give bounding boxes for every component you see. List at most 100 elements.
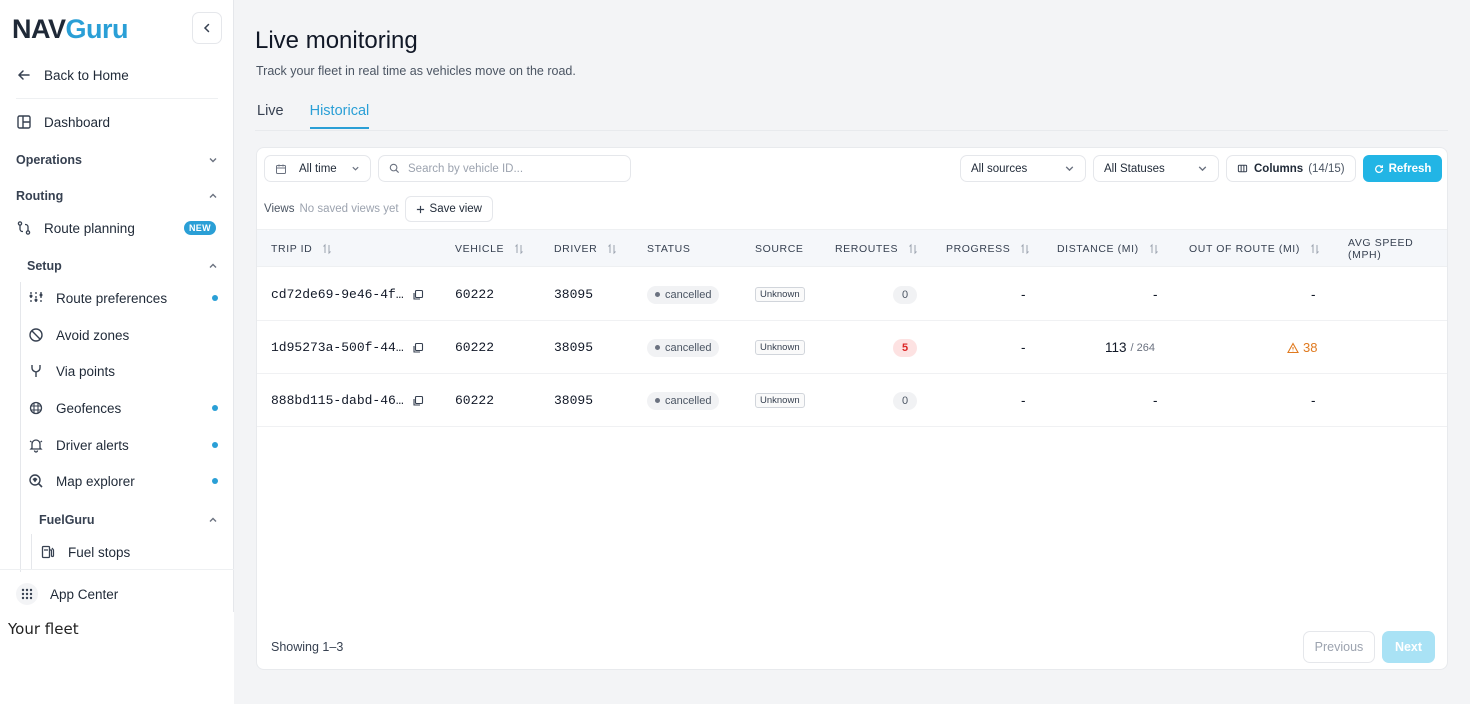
app-center-label: App Center <box>50 586 119 602</box>
section-label: Setup <box>27 259 62 273</box>
sidebar-item-driver-alerts[interactable]: Driver alerts <box>28 433 234 457</box>
section-operations[interactable]: Operations <box>16 150 218 170</box>
vehicle-search-field[interactable] <box>378 155 631 182</box>
column-header-label: AVG SPEED (MPH) <box>1348 237 1414 261</box>
progress-cell: - <box>1021 340 1026 355</box>
refresh-button[interactable]: Refresh <box>1363 155 1442 182</box>
sort-icon <box>515 243 523 255</box>
column-header-label: VEHICLE <box>455 243 505 255</box>
vehicle-search-input[interactable] <box>408 162 608 175</box>
status-text: cancelled <box>665 288 712 301</box>
sidebar-item-fuel-stops[interactable]: Fuel stops <box>40 540 130 564</box>
table-row[interactable]: cd72de69-9e46-4f… 60222 38095 cancelled … <box>257 268 1447 321</box>
column-header-vehicle[interactable]: VEHICLE <box>455 230 524 268</box>
chevron-up-icon <box>209 517 217 522</box>
indicator-dot <box>212 478 218 484</box>
your-fleet-link[interactable]: Your fleet <box>8 620 79 638</box>
distance-value: 113 <box>1105 340 1127 355</box>
driver-cell: 38095 <box>554 287 594 302</box>
column-header-progress[interactable]: PROGRESS <box>946 230 1030 268</box>
collapse-sidebar-button[interactable] <box>192 12 222 44</box>
column-header-reroutes[interactable]: REROUTES <box>835 230 918 268</box>
column-header-distance[interactable]: DISTANCE (MI) <box>1057 230 1159 268</box>
section-label: Operations <box>16 153 82 167</box>
views-label: Views <box>264 203 295 215</box>
sort-icon <box>1021 243 1030 255</box>
sources-value: All sources <box>971 162 1028 175</box>
columns-label: Columns <box>1254 162 1304 175</box>
back-to-home-label: Back to Home <box>44 67 129 83</box>
previous-page-button[interactable]: Previous <box>1303 631 1375 663</box>
column-header-out-of-route[interactable]: OUT OF ROUTE (MI) <box>1189 230 1320 268</box>
warning-icon <box>1287 341 1299 353</box>
sidebar-item-map-explorer[interactable]: Map explorer <box>28 469 234 493</box>
tree-line <box>20 282 21 572</box>
save-view-button[interactable]: Save view <box>404 196 493 222</box>
columns-button[interactable]: Columns (14/15) <box>1226 155 1356 182</box>
copy-icon <box>413 342 424 353</box>
distance-value: - <box>1153 393 1158 408</box>
statuses-value: All Statuses <box>1104 162 1165 175</box>
section-setup[interactable]: Setup <box>27 256 218 276</box>
section-routing[interactable]: Routing <box>16 186 218 206</box>
sidebar-item-label: Route planning <box>44 220 135 236</box>
statuses-select[interactable]: All Statuses <box>1093 155 1219 182</box>
copy-trip-id-button[interactable] <box>412 268 424 321</box>
app-center-link[interactable]: App Center <box>16 582 118 606</box>
sidebar-item-label: Via points <box>56 363 116 379</box>
save-view-label: Save view <box>429 203 482 215</box>
back-to-home-link[interactable]: Back to Home <box>16 63 129 87</box>
sidebar-item-via-points[interactable]: Via points <box>28 359 234 383</box>
driver-cell: 38095 <box>554 340 594 355</box>
copy-trip-id-button[interactable] <box>412 374 424 427</box>
next-page-button[interactable]: Next <box>1382 631 1435 663</box>
trip-id-cell: cd72de69-9e46-4f… <box>271 287 404 302</box>
refresh-label: Refresh <box>1388 162 1432 175</box>
column-header-label: TRIP ID <box>271 243 313 255</box>
sidebar-item-dashboard[interactable]: Dashboard <box>16 110 110 134</box>
status-badge: cancelled <box>647 391 720 410</box>
table-header: TRIP ID VEHICLE DRIVER STATUS SOURCE RER… <box>257 229 1447 268</box>
column-header-driver[interactable]: DRIVER <box>554 230 617 268</box>
copy-trip-id-button[interactable] <box>412 321 424 374</box>
trip-id-cell: 888bd115-dabd-46… <box>271 393 404 408</box>
section-fuelguru[interactable]: FuelGuru <box>39 510 218 530</box>
logo-text-nav: NAV <box>12 14 66 44</box>
column-header-trip-id[interactable]: TRIP ID <box>271 230 332 268</box>
page-title: Live monitoring <box>255 27 418 54</box>
time-range-select[interactable]: All time <box>264 155 371 182</box>
source-tag: Unknown <box>755 340 805 355</box>
tab-historical[interactable]: Historical <box>309 103 370 129</box>
out-of-route-value: 38 <box>1303 340 1318 355</box>
sidebar-divider <box>0 569 234 570</box>
apps-grid-icon <box>16 583 38 605</box>
indicator-dot <box>212 442 218 448</box>
sidebar-item-geofences[interactable]: Geofences <box>28 396 234 420</box>
fork-icon <box>31 365 41 377</box>
chevron-down-icon <box>352 166 359 171</box>
chevron-down-icon <box>1198 166 1207 172</box>
out-of-route-cell: 38 <box>1287 340 1317 355</box>
reroutes-count: 5 <box>893 338 917 357</box>
route-icon <box>17 221 31 235</box>
tab-bar: Live Historical <box>257 103 370 129</box>
vehicle-cell: 60222 <box>455 393 495 408</box>
section-label: Routing <box>16 189 64 203</box>
distance-total: / 264 <box>1130 341 1155 354</box>
sidebar-divider <box>16 98 218 99</box>
sidebar-item-route-preferences[interactable]: Route preferences <box>28 286 234 310</box>
sidebar-item-label: Dashboard <box>44 114 111 130</box>
navguru-logo[interactable]: NAVGuru <box>12 14 129 44</box>
sources-select[interactable]: All sources <box>960 155 1086 182</box>
sidebar-item-avoid-zones[interactable]: Avoid zones <box>28 323 234 347</box>
indicator-dot <box>212 295 218 301</box>
column-header-avg-speed[interactable]: AVG SPEED (MPH) <box>1348 230 1447 268</box>
chevron-up-icon <box>209 193 217 198</box>
source-tag: Unknown <box>755 393 805 408</box>
table-row[interactable]: 888bd115-dabd-46… 60222 38095 cancelled … <box>257 374 1447 427</box>
tree-line <box>31 534 32 570</box>
table-row[interactable]: 1d95273a-500f-44… 60222 38095 cancelled … <box>257 321 1447 374</box>
tab-live[interactable]: Live <box>257 103 284 129</box>
copy-icon <box>413 289 424 300</box>
sidebar-item-label: Driver alerts <box>56 437 129 453</box>
